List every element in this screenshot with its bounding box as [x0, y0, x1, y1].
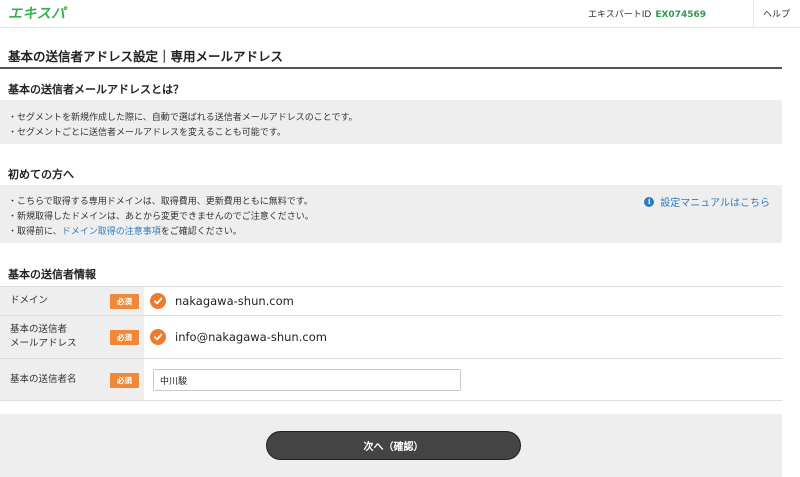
- sender-name-input[interactable]: [153, 369, 461, 391]
- domain-label-cell: ドメイン 必須: [0, 287, 144, 315]
- first-time-line-1: ・こちらで取得する専用ドメインは、取得費用、更新費用ともに無料です。: [8, 197, 313, 207]
- first-time-heading: 初めての方へ: [8, 168, 74, 181]
- sender-info-table: ドメイン 必須 nakagawa-shun.com 基本の送信者 メールアドレス…: [0, 286, 782, 401]
- partner-id-label: エキスパートID: [588, 10, 652, 20]
- domain-row: ドメイン 必須 nakagawa-shun.com: [0, 287, 782, 316]
- email-label-line-1: 基本の送信者: [10, 324, 68, 335]
- manual-link-label: 設定マニュアルはこちら: [660, 198, 770, 209]
- sender-name-label-cell: 基本の送信者名 必須: [0, 359, 144, 400]
- first-time-line-3: ・取得前に、ドメイン取得の注意事項をご確認ください。: [8, 224, 242, 237]
- help-link[interactable]: ヘルプ: [763, 7, 790, 20]
- next-confirm-button[interactable]: 次へ（確認）: [266, 431, 521, 460]
- about-panel: ・セグメントを新規作成した際に、自動で選ばれる送信者メールアドレスのことです。 …: [0, 100, 782, 144]
- about-line-2: ・セグメントごとに送信者メールアドレスを変えることも可能です。: [8, 128, 286, 138]
- email-label-cell: 基本の送信者 メールアドレス 必須: [0, 316, 144, 358]
- email-value: info@nakagawa-shun.com: [175, 330, 327, 344]
- info-icon: i: [644, 196, 655, 207]
- domain-value: nakagawa-shun.com: [175, 294, 294, 308]
- email-row: 基本の送信者 メールアドレス 必須 info@nakagawa-shun.com: [0, 316, 782, 359]
- manual-link[interactable]: i 設定マニュアルはこちら: [644, 194, 770, 209]
- header-divider: [753, 0, 754, 28]
- first-time-panel: ・こちらで取得する専用ドメインは、取得費用、更新費用ともに無料です。 ・新規取得…: [0, 185, 782, 243]
- check-circle-icon: [150, 329, 166, 345]
- top-header: エキスパ エキスパートID EX074569 ヘルプ: [0, 0, 800, 28]
- sender-name-row: 基本の送信者名 必須: [0, 359, 782, 401]
- page-title: 基本の送信者アドレス設定｜専用メールアドレス: [8, 49, 284, 64]
- about-heading: 基本の送信者メールアドレスとは？: [8, 83, 184, 96]
- required-badge: 必須: [110, 373, 139, 388]
- email-label-line-2: メールアドレス: [10, 338, 77, 349]
- required-badge: 必須: [110, 330, 139, 345]
- partner-id-display: エキスパートID EX074569: [588, 7, 706, 20]
- domain-notice-link[interactable]: ドメイン取得の注意事項: [62, 227, 161, 237]
- first-time-line-3-prefix: ・取得前に、: [8, 227, 62, 237]
- first-time-line-2: ・新規取得したドメインは、あとから変更できませんのでご注意ください。: [8, 212, 314, 222]
- required-badge: 必須: [110, 294, 139, 309]
- check-circle-icon: [150, 293, 166, 309]
- title-underline: [0, 67, 782, 69]
- sender-info-heading: 基本の送信者情報: [8, 268, 96, 281]
- domain-label: ドメイン: [10, 295, 49, 306]
- brand-logo[interactable]: エキスパ: [8, 3, 66, 23]
- first-time-line-3-suffix: をご確認ください。: [160, 227, 242, 237]
- partner-id-value: EX074569: [655, 10, 706, 20]
- sender-name-label: 基本の送信者名: [10, 374, 77, 385]
- about-line-1: ・セグメントを新規作成した際に、自動で選ばれる送信者メールアドレスのことです。: [8, 113, 358, 123]
